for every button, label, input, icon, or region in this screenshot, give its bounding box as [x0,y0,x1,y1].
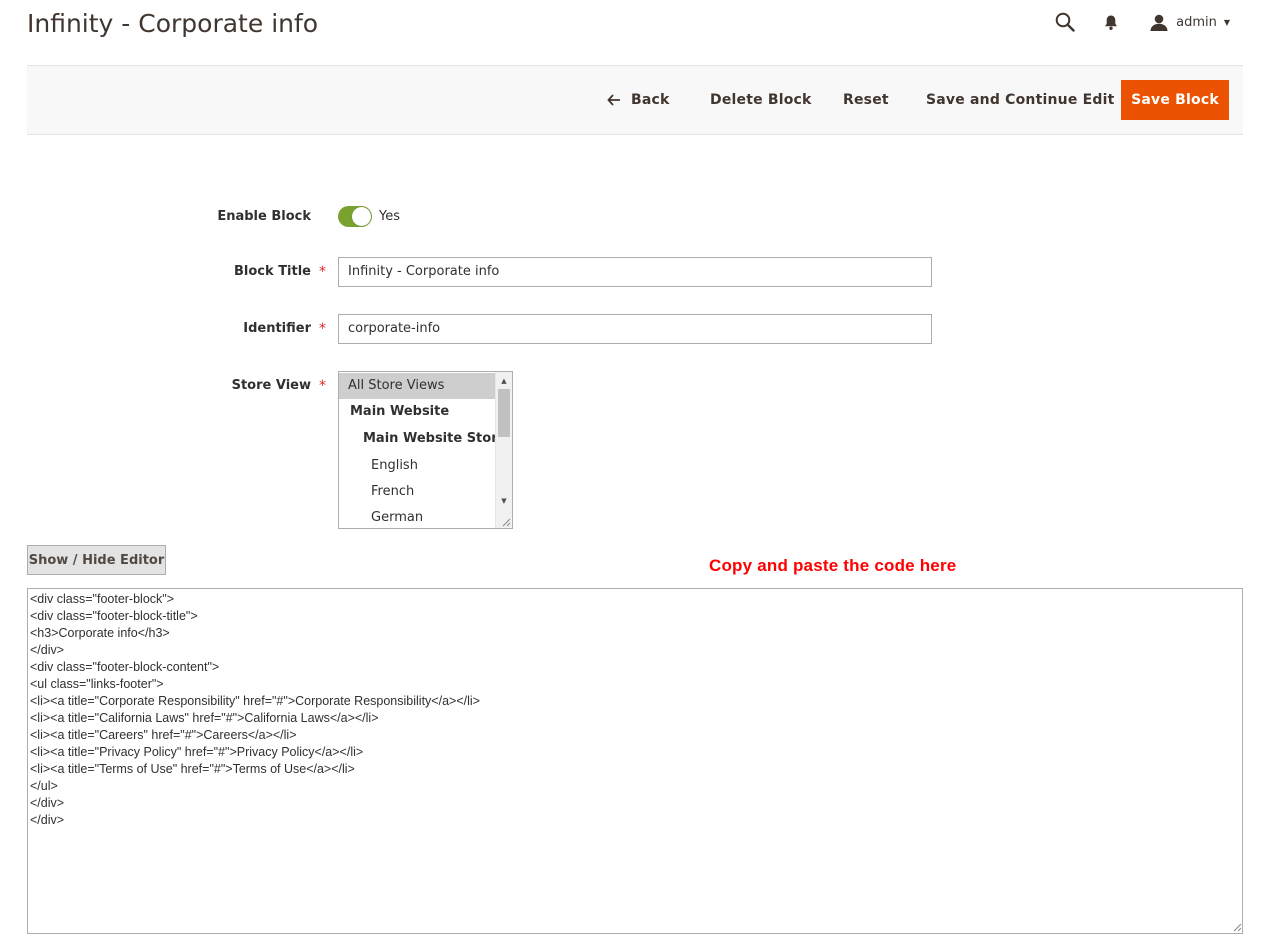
reset-button[interactable]: Reset [843,66,889,134]
bell-icon [1105,15,1118,30]
caret-down-icon: ▼ [1223,17,1230,27]
block-title-input[interactable]: Infinity - Corporate info [338,257,932,287]
store-view-multiselect[interactable]: All Store Views Main Website Main Websit… [338,371,513,529]
show-hide-editor-button[interactable]: Show / Hide Editor [27,545,166,575]
identifier-input[interactable]: corporate-info [338,314,932,344]
store-option-english[interactable]: English [339,453,496,479]
back-button[interactable]: Back [607,66,670,134]
toggle-knob [352,207,371,226]
page-title: Infinity - Corporate info [27,9,319,38]
back-label: Back [631,92,670,108]
block-title-label: Block Title [234,264,311,279]
store-option-main-website[interactable]: Main Website [339,399,496,425]
notifications-button[interactable] [1096,8,1126,36]
scroll-up-icon[interactable]: ▲ [496,374,512,388]
required-mark: * [319,378,326,394]
required-mark: * [319,264,326,280]
store-option-french[interactable]: French [339,479,496,505]
search-icon [1055,12,1075,32]
delete-block-button[interactable]: Delete Block [710,66,812,134]
store-view-scrollbar[interactable]: ▲ ▼ [495,372,512,528]
enable-block-value: Yes [379,209,400,224]
scroll-down-icon[interactable]: ▼ [496,494,512,508]
store-option-all-store-views[interactable]: All Store Views [339,373,496,399]
content-textarea[interactable]: <div class="footer-block"> <div class="f… [27,588,1243,934]
enable-block-label: Enable Block [217,209,311,224]
required-mark: * [319,321,326,337]
identifier-label: Identifier [243,321,311,336]
admin-username: admin [1176,14,1217,30]
scrollbar-thumb[interactable] [498,389,510,437]
header-actions: admin ▼ [1050,8,1230,36]
admin-user-menu[interactable]: admin ▼ [1150,14,1230,31]
store-view-label: Store View [231,378,311,393]
arrow-left-icon [607,94,621,106]
resize-grip-icon[interactable] [1232,922,1242,932]
annotation-text: Copy and paste the code here [709,556,957,575]
save-and-continue-button[interactable]: Save and Continue Edit [926,66,1114,134]
save-block-button[interactable]: Save Block [1121,80,1229,120]
enable-block-toggle[interactable] [338,206,372,227]
page-actions-bar: Back Delete Block Reset Save and Continu… [27,65,1243,135]
search-button[interactable] [1050,8,1080,36]
store-option-german[interactable]: German [339,505,496,528]
user-icon [1150,14,1168,31]
resize-grip-icon[interactable] [501,517,511,527]
store-option-main-website-store[interactable]: Main Website Store [339,426,506,452]
